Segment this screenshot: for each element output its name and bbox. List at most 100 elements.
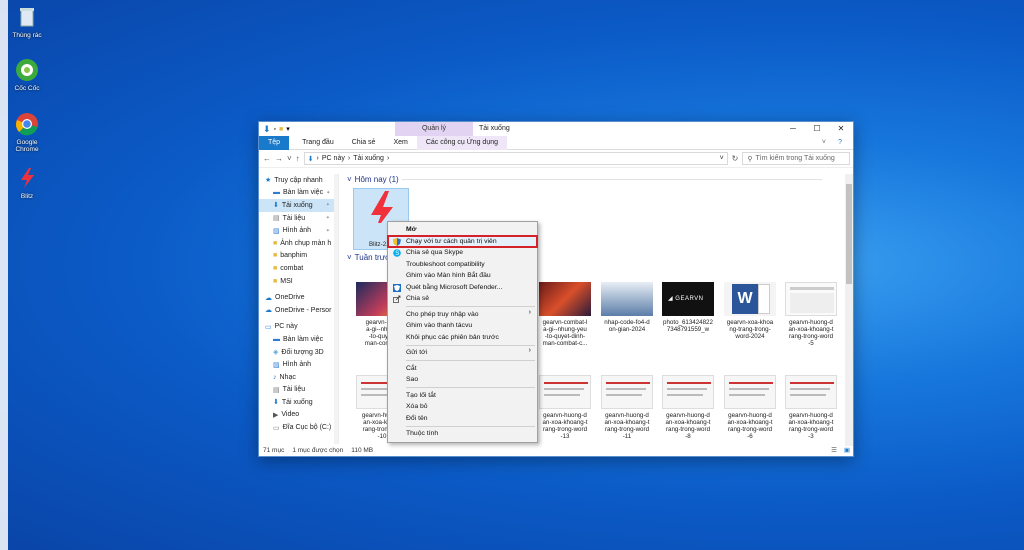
forward-icon[interactable]: → [275,154,283,163]
chevron-down-icon[interactable]: ˅ [720,155,727,162]
up-icon[interactable]: ↑ [296,154,300,163]
maximize-icon[interactable]: ☐ [805,122,829,136]
tab-view[interactable]: Xem [384,136,416,150]
sidebar-item[interactable]: ⬇ Tải xuống ✦ [259,199,338,212]
documents-icon: ▤ [273,386,280,394]
file-tile[interactable]: gearvn-huong-d an-xoa-khoang-t rang-tron… [598,375,656,440]
group-header-today[interactable]: ˅ Hôm nay (1) [347,175,822,184]
folder-icon: ■ [273,264,278,272]
properties-icon[interactable]: ▫ [274,126,276,133]
sidebar-item[interactable]: ⬇ Tải xuống [259,396,338,409]
minimize-icon[interactable]: ─ [781,122,805,136]
sidebar-item[interactable]: ♪ Nhạc [259,371,338,384]
sidebar-item[interactable]: ■ Ảnh chụp màn h [259,237,338,250]
menu-item[interactable]: Gửi tới › [388,347,537,359]
menu-item[interactable]: Ghim vào thanh tácvu [388,320,537,332]
menu-item[interactable]: Tạo lối tắt [388,390,537,402]
sidebar-scrollbar[interactable] [334,174,338,444]
sidebar-item-label: Tài liệu [282,214,306,222]
desktop-icon-coccoc[interactable]: Cốc Cốc [7,57,47,92]
menu-item[interactable]: Cho phép truy nhập vào › [388,309,537,321]
desktop-icon-recycle-bin[interactable]: Thùng rác [7,4,47,39]
defender-icon [393,283,401,292]
breadcrumb-folder[interactable]: Tải xuống [353,155,384,162]
sidebar-item[interactable]: ▤ Tài liệu ✦ [259,212,338,225]
ribbon-tabs: Tệp Trang đầu Chia sẻ Xem Các công cụ Ứn… [259,135,853,150]
file-tile[interactable]: gearvn-huong-d an-xoa-khoang-t rang-tron… [782,282,840,347]
sidebar-item[interactable]: ☁ OneDrive - Persor [259,304,338,317]
file-tile[interactable]: ◢ GEARVN photo_613424822 7348791559_w [659,282,717,333]
skype-icon: S [393,249,401,257]
sidebar-item[interactable]: ★ Truy cập nhanh [259,174,338,187]
tab-share[interactable]: Chia sẻ [343,136,385,150]
menu-item-label: Chia sẻ [406,295,430,303]
folder-icon[interactable]: ■ [279,126,283,133]
file-name: nhap-code-fo4-d on-gian-2024 [604,319,650,333]
address-bar[interactable]: ⬇ › PC này › Tải xuống › ˅ [303,152,728,165]
menu-item[interactable]: Chia sẻ [388,293,537,305]
menu-item[interactable]: Cắt [388,363,537,375]
file-tile[interactable]: gearvn-huong-d an-xoa-khoang-t rang-tron… [536,375,594,440]
sidebar-item[interactable]: ▬ Bàn làm việc [259,333,338,346]
sidebar-item[interactable]: ■ banphim [259,250,338,263]
menu-item[interactable]: Sao [388,374,537,386]
back-icon[interactable]: ← [263,154,271,163]
menu-item[interactable]: Đổi tên [388,413,537,425]
menu-item-label: Troubleshoot compatibility [406,260,485,268]
file-tile[interactable]: gearvn-combat-l a-gi--nhung-yeu -to-quye… [536,282,594,347]
menu-item[interactable]: Troubleshoot compatibility [388,259,537,271]
sidebar-item[interactable]: ▨ Hình ảnh [259,358,338,371]
menu-item[interactable]: Xóa bỏ [388,401,537,413]
sidebar-item[interactable]: ▭ PC này [259,321,338,334]
sidebar-item[interactable]: ☁ OneDrive [259,291,338,304]
search-input[interactable]: ⚲ Tìm kiếm trong Tải xuống [742,152,851,165]
desktop-icon-blitz[interactable]: Blitz [7,165,47,200]
menu-separator [406,306,535,307]
help-icon[interactable]: ? [829,136,851,150]
menu-item[interactable]: Khôi phục các phiên bản trước [388,332,537,344]
refresh-icon[interactable]: ↻ [732,154,739,163]
chrome-icon [14,111,40,137]
menu-item[interactable]: Ghim vào Màn hình Bắt đầu [388,270,537,282]
breadcrumb-root[interactable]: PC này [322,155,345,162]
sidebar-item[interactable]: ▨ Hình ảnh ✦ [259,224,338,237]
chevron-down-icon[interactable]: ▾ [286,125,290,133]
sidebar-item-label: Hình ảnh [282,361,312,369]
file-tile[interactable]: gearvn-huong-d an-xoa-khoang-t rang-tron… [659,375,717,440]
tab-file[interactable]: Tệp [259,135,290,150]
scrollbar-thumb[interactable] [846,184,852,284]
download-icon: ⬇ [273,399,279,407]
chevron-right-icon: › [528,347,531,354]
file-thumbnail [785,282,837,316]
menu-item[interactable]: Quét bằng Microsoft Defender... [388,282,537,294]
sidebar-item[interactable]: ◈ Đối tượng 3D [259,346,338,359]
sidebar-item[interactable]: ▤ Tài liệu [259,384,338,397]
file-tile[interactable]: Wgearvn-xoa-khoa ng-trang-trong- word-20… [721,282,779,340]
sidebar-item[interactable]: ▬ Bàn làm việc ✦ [259,187,338,200]
menu-item[interactable]: Mở [388,224,537,236]
file-tile[interactable]: nhap-code-fo4-d on-gian-2024 [598,282,656,333]
menu-separator [406,360,535,361]
chevron-down-icon[interactable]: ˅ [287,154,292,163]
tab-app-tools[interactable]: Các công cụ Ứng dụng [416,135,507,150]
desktop-icon-chrome[interactable]: Google Chrome [7,111,47,153]
sidebar-item[interactable]: ▶ Video [259,409,338,422]
cloud-icon: ☁ [265,294,272,302]
file-tile[interactable]: gearvn-huong-d an-xoa-khoang-t rang-tron… [782,375,840,440]
vertical-scrollbar[interactable] [845,174,853,446]
menu-item[interactable]: Chạy với tư cách quản trị viên [387,234,538,248]
large-icons-view-icon[interactable]: ▣ [844,446,850,454]
details-view-icon[interactable]: ☰ [831,446,837,454]
context-tab-manage[interactable]: Quản lý [395,122,473,136]
menu-item[interactable]: Thuộc tính [388,428,537,440]
tab-home[interactable]: Trang đầu [293,136,343,150]
sidebar-item[interactable]: ■ MSI [259,275,338,288]
sidebar-item[interactable]: ■ combat [259,262,338,275]
menu-item[interactable]: S Chia sẻ qua Skype [388,247,537,259]
drive-icon: ▭ [273,424,280,432]
close-icon[interactable]: ✕ [829,122,853,136]
file-tile[interactable]: gearvn-huong-d an-xoa-khoang-t rang-tron… [721,375,779,440]
sidebar-item[interactable]: ▭ Đĩa Cục bộ (C:) [259,421,338,434]
download-icon[interactable]: ⬇ [263,124,271,135]
file-name: gearvn-combat-l a-gi--nhung-yeu -to-quye… [542,319,588,347]
